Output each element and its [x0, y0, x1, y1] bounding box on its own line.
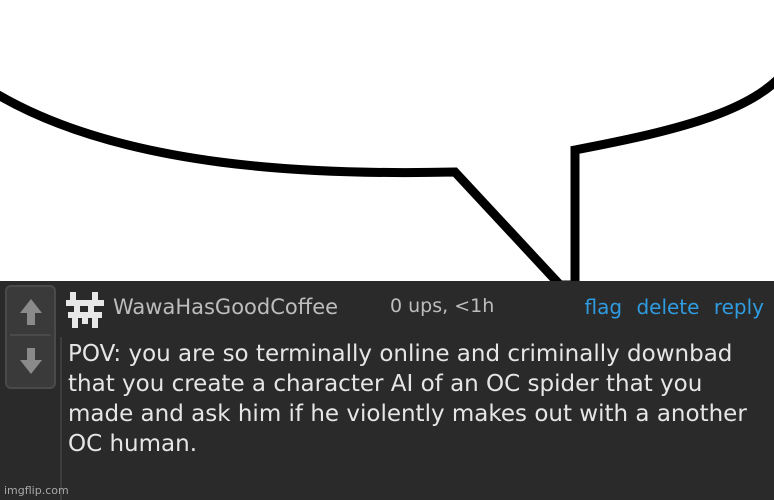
- speech-bubble-outline: [0, 65, 774, 290]
- comment-text: POV: you are so terminally online and cr…: [68, 341, 747, 457]
- pixel-avatar-icon[interactable]: [64, 290, 106, 330]
- arrow-down-icon: [19, 347, 42, 374]
- vote-controls: [5, 285, 56, 389]
- speech-bubble-image: [0, 0, 774, 290]
- reply-link[interactable]: reply: [714, 295, 764, 319]
- comment-username[interactable]: WawaHasGoodCoffee: [113, 295, 338, 319]
- arrow-up-icon: [19, 298, 42, 325]
- comment-panel: WawaHasGoodCoffee 0 ups, <1h flag delete…: [0, 281, 774, 500]
- flag-link[interactable]: flag: [585, 295, 623, 319]
- watermark: imgflip.com: [4, 484, 69, 497]
- downvote-button[interactable]: [10, 338, 51, 383]
- comment-actions: flag delete reply: [577, 295, 764, 319]
- comment-meta: 0 ups, <1h: [390, 295, 495, 317]
- delete-link[interactable]: delete: [636, 295, 699, 319]
- upvote-button[interactable]: [10, 289, 51, 336]
